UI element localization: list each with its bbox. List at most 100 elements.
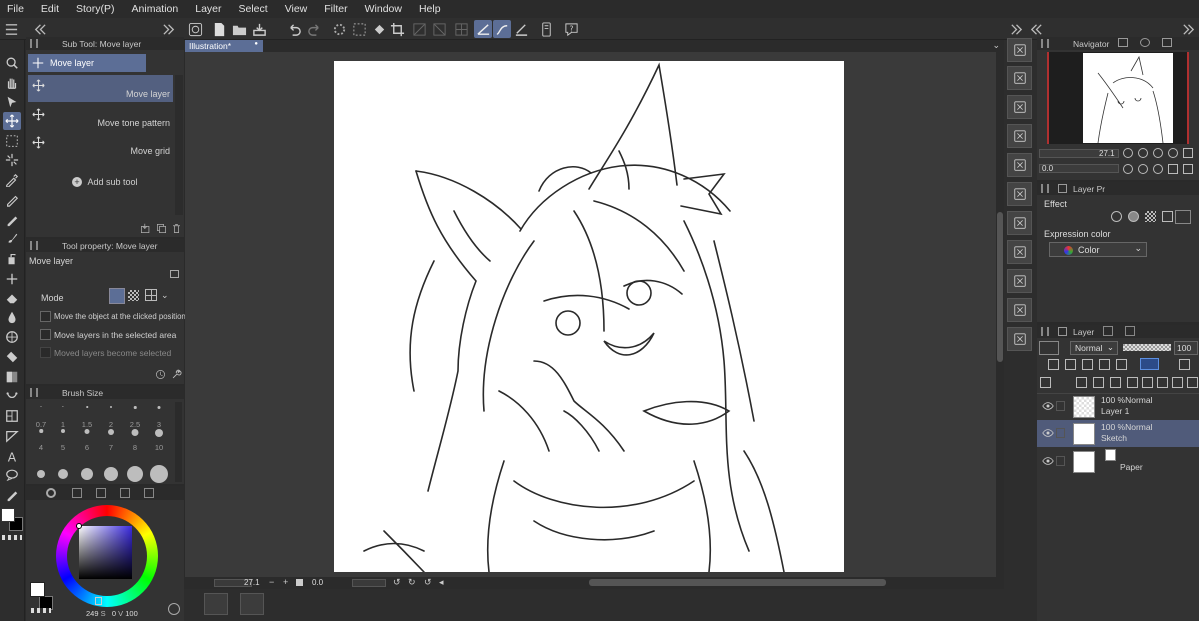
fill-icon[interactable] — [370, 20, 388, 38]
auto-actions-dock-icon[interactable] — [1007, 298, 1032, 322]
eye-icon[interactable] — [1042, 402, 1054, 410]
layer-property-tab-icon[interactable] — [1058, 184, 1067, 193]
move-layer-tool-icon[interactable] — [3, 112, 21, 130]
rule-icon[interactable] — [430, 20, 448, 38]
subtool-item-move-layer[interactable]: Move layer — [28, 75, 173, 102]
collapse-left-icon[interactable] — [30, 20, 48, 38]
mode-tone-icon[interactable] — [128, 290, 139, 301]
navigator-fit-icon[interactable] — [1168, 148, 1178, 158]
clip-studio-icon[interactable] — [186, 20, 204, 38]
snap-special-ruler-icon[interactable] — [493, 20, 511, 38]
color-swatch-pair[interactable] — [0, 506, 24, 536]
redo-icon[interactable] — [305, 20, 323, 38]
brush-size-cell[interactable]: 4 — [30, 425, 52, 452]
collapse-right-icon[interactable] — [160, 20, 178, 38]
extract-line-effect-icon[interactable] — [1128, 211, 1139, 222]
navigator-preview[interactable] — [1047, 52, 1189, 144]
blend-tool-icon[interactable] — [3, 308, 21, 326]
zoom-in-icon[interactable]: + — [283, 577, 288, 587]
collapse-left-panel-icon[interactable] — [1027, 20, 1045, 38]
device-icon[interactable] — [537, 20, 555, 38]
collapse-far-right-icon[interactable] — [1179, 20, 1197, 38]
eraser-tool-icon[interactable] — [3, 289, 21, 307]
new-vector-layer-icon[interactable] — [1093, 377, 1104, 388]
figure-tool-icon[interactable] — [3, 388, 21, 406]
brush-size-cell[interactable]: 3 — [148, 402, 170, 429]
layer-lock-slot[interactable] — [1056, 401, 1065, 411]
approximate-color-tab-icon[interactable] — [120, 488, 130, 498]
color-set-tab-icon[interactable] — [72, 488, 82, 498]
save-icon[interactable] — [250, 20, 268, 38]
animation-cels-tab-icon[interactable] — [1125, 326, 1135, 336]
view-settings-icon[interactable] — [153, 367, 167, 381]
brush-size-large-preset[interactable] — [104, 467, 118, 481]
snap-ruler-icon[interactable] — [474, 20, 492, 38]
timeline-icon[interactable] — [204, 593, 228, 615]
eye-icon[interactable] — [1042, 457, 1054, 465]
material-dock-icon[interactable] — [1007, 269, 1032, 293]
layer-color-icon[interactable] — [1140, 358, 1159, 370]
brush-size-large-preset[interactable] — [150, 465, 168, 483]
crop-icon[interactable] — [388, 20, 406, 38]
grip-icon[interactable] — [30, 241, 38, 250]
grid-icon[interactable] — [452, 20, 470, 38]
color-wheel-tab-icon[interactable] — [46, 488, 56, 498]
undo-icon[interactable] — [285, 20, 303, 38]
combine-icon[interactable] — [1142, 377, 1153, 388]
grip-icon[interactable] — [1041, 184, 1049, 193]
airbrush-tool-icon[interactable] — [3, 250, 21, 268]
brush-size-cell[interactable]: 6 — [76, 425, 98, 452]
layer-list-toggle-icon[interactable] — [1040, 377, 1051, 388]
navigator-flip-h-icon[interactable] — [1168, 164, 1178, 174]
loading-icon[interactable] — [330, 20, 348, 38]
document-tab[interactable]: Illustration* ● — [185, 40, 263, 52]
sub-tool-dock-icon[interactable] — [1007, 38, 1032, 62]
menu-window[interactable]: Window — [356, 3, 410, 15]
eyedropper-tool-icon[interactable] — [3, 171, 21, 189]
brush-size-large-preset[interactable] — [127, 466, 143, 482]
brush-size-large-preset[interactable] — [81, 468, 93, 480]
menu-help[interactable]: Help — [410, 3, 449, 15]
main-color-swatch[interactable] — [30, 582, 45, 597]
navigator-reset-rotation-icon[interactable] — [1153, 164, 1163, 174]
color-picker-handle[interactable] — [76, 523, 82, 529]
flip-horizontal-icon[interactable]: ◂ — [439, 577, 444, 588]
tool-property-dock-icon[interactable] — [1007, 66, 1032, 90]
mode-grid-icon[interactable] — [145, 289, 157, 301]
menu-animation[interactable]: Animation — [123, 3, 187, 15]
color-wheel-dock-icon[interactable] — [1007, 124, 1032, 148]
layer-mask-icon[interactable] — [1179, 359, 1190, 370]
text-tool-icon[interactable]: A — [3, 447, 21, 465]
border-effect-icon[interactable] — [1111, 211, 1122, 222]
brush-size-cell[interactable]: 7 — [100, 425, 122, 452]
frame-border-tool-icon[interactable] — [3, 407, 21, 425]
transfer-to-lower-icon[interactable] — [1127, 377, 1138, 388]
subtool-item-move-tone-pattern[interactable]: Move tone pattern — [28, 104, 173, 131]
color-set-dock-icon[interactable] — [1007, 153, 1032, 177]
pencil-tool-icon[interactable] — [3, 211, 21, 229]
tab-list-icon[interactable]: ⌄ — [992, 40, 1000, 51]
gradient-tool-icon[interactable] — [3, 368, 21, 386]
brush-size-cell[interactable]: 0.7 — [30, 402, 52, 429]
navigator-rotate-left-icon[interactable] — [1123, 164, 1133, 174]
layer-row[interactable]: Paper — [1037, 448, 1199, 475]
delete-layer-icon[interactable] — [1187, 377, 1198, 388]
new-folder-icon[interactable] — [1110, 377, 1121, 388]
clear-selection-icon[interactable] — [350, 20, 368, 38]
brush-size-cell[interactable]: 1.5 — [76, 402, 98, 429]
navigator-fullscreen-icon[interactable] — [1183, 148, 1193, 158]
help-icon[interactable]: ? — [562, 20, 580, 38]
layer-row[interactable]: 100 %Normal Layer 1 — [1037, 393, 1199, 420]
menu-story[interactable]: Story(P) — [68, 3, 124, 15]
delete-subtool-icon[interactable] — [169, 221, 183, 235]
balloon-tool-icon[interactable] — [3, 466, 21, 484]
color-history-dock-icon[interactable] — [1007, 240, 1032, 264]
opacity-slider[interactable] — [1123, 344, 1171, 351]
brush-size-cell[interactable]: 2.5 — [124, 402, 146, 429]
blend-mode-select[interactable]: Normal ⌄ — [1070, 341, 1118, 355]
vertical-scroll-thumb[interactable] — [997, 212, 1003, 362]
navigator-zoom-out-icon[interactable] — [1123, 148, 1133, 158]
subtool-scrollbar[interactable] — [175, 75, 183, 215]
import-subtool-icon[interactable] — [138, 221, 152, 235]
horizontal-scroll-thumb[interactable] — [589, 579, 886, 586]
